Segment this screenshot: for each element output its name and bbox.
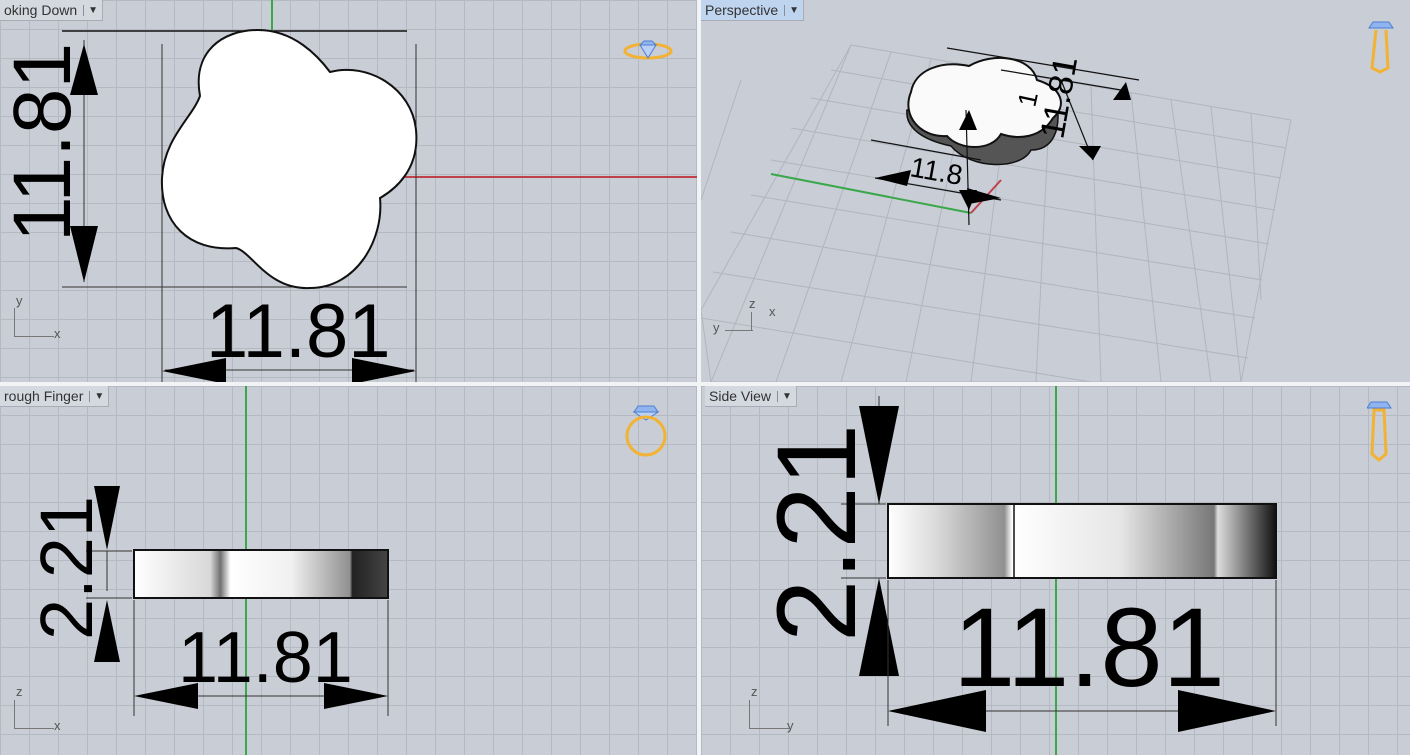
axis-z-label: z xyxy=(749,296,756,311)
top-horizontal-dimension: 11.81 xyxy=(206,289,391,374)
clover-profile-shape xyxy=(160,28,418,290)
axis-x-label: x xyxy=(769,304,776,319)
ring-top-view-icon[interactable] xyxy=(622,36,674,66)
ring-band-front xyxy=(133,549,389,599)
axis-y-label: y xyxy=(16,293,23,308)
dim-arrow xyxy=(875,170,911,186)
side-vertical-dimension: 2.21 xyxy=(754,424,879,642)
axis-triad: z x y xyxy=(711,296,781,342)
front-horizontal-dimension: 11.81 xyxy=(178,618,353,698)
axis-y-label: y xyxy=(787,718,794,733)
axis-x-label: x xyxy=(54,718,61,733)
ring-front-view-icon[interactable] xyxy=(620,398,672,460)
side-horizontal-dimension: 11.81 xyxy=(953,585,1225,710)
top-view-scene: 11.81 11.81 xyxy=(0,0,697,382)
axis-triad: y x xyxy=(10,290,70,342)
axis-x-label: x xyxy=(54,326,61,341)
viewport-menu-caret-icon[interactable]: ▼ xyxy=(89,390,104,402)
viewport-menu-caret-icon[interactable]: ▼ xyxy=(83,4,98,16)
side-view-scene: 2.21 11.81 xyxy=(754,386,1277,755)
viewport-perspective[interactable]: 11.81 1 11.8 Perspective ▼ z x y xyxy=(701,0,1410,382)
ring-band-side xyxy=(887,503,1277,579)
perspective-scene: 11.81 1 11.8 xyxy=(701,44,1292,382)
dim-arrow xyxy=(1079,146,1101,160)
axis-z-label: z xyxy=(751,684,758,699)
viewport-divider-horizontal[interactable] xyxy=(0,382,1410,386)
axis-y-label: y xyxy=(713,320,720,335)
axis-triad: z x xyxy=(10,682,70,734)
front-view-scene: 2.21 11.81 xyxy=(25,386,389,755)
ring-perspective-icon[interactable] xyxy=(1367,16,1397,74)
viewport-side[interactable]: 2.21 11.81 Side View ▼ z y xyxy=(701,386,1410,755)
axis-z-label: z xyxy=(16,684,23,699)
viewport-title: oking Down xyxy=(4,2,78,18)
top-vertical-dimension: 11.81 xyxy=(0,43,88,242)
viewport-title: Side View xyxy=(709,388,772,404)
viewport-menu-caret-icon[interactable]: ▼ xyxy=(784,4,799,16)
viewport-top[interactable]: 11.81 11.81 oking Down ▼ y x xyxy=(0,0,697,382)
viewport-label-side[interactable]: Side View ▼ xyxy=(705,386,797,407)
viewport-label-top[interactable]: oking Down ▼ xyxy=(0,0,104,21)
viewport-label-front[interactable]: rough Finger ▼ xyxy=(0,386,110,407)
axis-triad: z y xyxy=(745,682,805,734)
viewport-title: Perspective xyxy=(705,2,779,18)
front-vertical-dimension: 2.21 xyxy=(25,496,108,640)
viewport-label-perspective[interactable]: Perspective ▼ xyxy=(701,0,805,21)
viewport-menu-caret-icon[interactable]: ▼ xyxy=(777,390,792,402)
ring-side-view-icon[interactable] xyxy=(1367,396,1395,462)
viewport-title: rough Finger xyxy=(4,388,84,404)
viewport-front[interactable]: 2.21 11.81 rough Finger ▼ z x xyxy=(0,386,697,755)
viewport-divider-vertical[interactable] xyxy=(697,0,701,755)
dim-arrow xyxy=(1113,82,1131,100)
